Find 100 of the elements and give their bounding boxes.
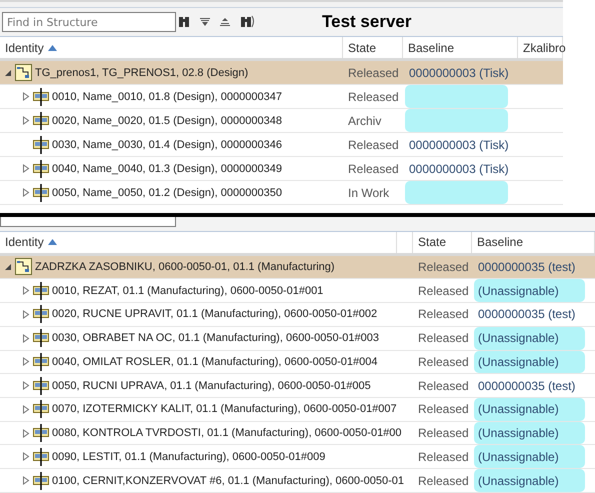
identity-text: 0090, LESTIT, 01.1 (Manufacturing), 0600-0050-01#009 bbox=[52, 450, 326, 463]
tree-row[interactable]: 0010, Name_0010, 01.8 (Design), 0000000347 Released bbox=[0, 85, 563, 109]
state-text: Released bbox=[417, 354, 470, 369]
assembly-icon bbox=[15, 64, 32, 81]
tree-row[interactable]: 0020, RUCNE UPRAVIT, 01.1 (Manufacturing), 0600-0050-01#002 Released 0000000035 (test) bbox=[0, 303, 595, 327]
tree-row[interactable]: 0020, Name_0020, 01.5 (Design), 0000000348 Archiv bbox=[0, 109, 563, 133]
identity-text: 0010, REZAT, 01.1 (Manufacturing), 0600-0050-01#001 bbox=[52, 284, 324, 297]
collapse-arrow-icon[interactable] bbox=[4, 262, 12, 271]
state-text: Released bbox=[417, 378, 470, 393]
part-icon bbox=[33, 400, 49, 418]
expand-arrow-icon[interactable] bbox=[22, 452, 30, 462]
sort-ascending-icon[interactable] bbox=[48, 44, 57, 50]
state-text: Released bbox=[347, 66, 400, 80]
tree-row[interactable]: 0030, Name_0030, 01.4 (Design), 0000000346 Released 0000000003 (Tisk) bbox=[0, 133, 563, 157]
state-text: Released bbox=[417, 402, 470, 416]
baseline-link[interactable]: (Unassignable) bbox=[478, 284, 559, 298]
part-icon bbox=[33, 136, 49, 154]
expand-arrow-icon[interactable] bbox=[22, 428, 30, 438]
baseline-link[interactable]: 0000000003 (Tisk) bbox=[409, 138, 509, 152]
column-header[interactable]: Zkalibro bbox=[518, 37, 563, 58]
search-field[interactable] bbox=[0, 217, 176, 227]
search-field[interactable]: Find in Structure bbox=[2, 12, 176, 32]
part-icon bbox=[33, 160, 49, 178]
part-icon bbox=[33, 282, 49, 300]
expand-arrow-icon[interactable] bbox=[22, 357, 30, 366]
identity-text: 0050, RUCNI UPRAVA, 01.1 (Manufacturing), 0600-0050-01#005 bbox=[52, 380, 371, 392]
tree-row[interactable]: 0030, OBRABET NA OC, 01.1 (Manufacturing), 0600-0050-01#003 Released (Unassignable) bbox=[0, 326, 595, 351]
expand-arrow-icon[interactable] bbox=[22, 334, 30, 343]
tree-row[interactable]: 0090, LESTIT, 01.1 (Manufacturing), 0600-0050-01#009 Released (Unassignable) bbox=[0, 445, 595, 470]
baseline-link[interactable]: 0000000035 (test) bbox=[478, 260, 576, 274]
part-icon bbox=[33, 472, 49, 490]
baseline-link[interactable]: (Unassignable) bbox=[478, 402, 559, 416]
baseline-link[interactable]: 0000000003 (Tisk) bbox=[409, 162, 509, 176]
tree-row[interactable]: 0040, OMILAT ROSLER, 01.1 (Manufacturing), 0600-0050-01#004 Released (Unassignable) bbox=[0, 350, 595, 374]
state-text: Released bbox=[417, 450, 470, 464]
sort-up-icon[interactable] bbox=[220, 17, 230, 27]
column-header[interactable]: Identity bbox=[0, 37, 343, 58]
sort-ascending-icon[interactable] bbox=[48, 239, 57, 246]
column-header[interactable]: Baseline bbox=[403, 37, 518, 58]
identity-text: 0010, Name_0010, 01.8 (Design), 0000000347 bbox=[52, 90, 282, 102]
column-header[interactable]: State bbox=[413, 232, 472, 253]
state-text: In Work bbox=[347, 186, 390, 200]
expand-arrow-icon[interactable] bbox=[22, 404, 30, 414]
identity-text: 0040, OMILAT ROSLER, 01.1 (Manufacturing), 0600-0050-01#004 bbox=[52, 356, 378, 368]
baseline-link[interactable]: (Unassignable) bbox=[478, 426, 559, 440]
identity-text: 0020, Name_0020, 01.5 (Design), 0000000348 bbox=[52, 114, 282, 126]
identity-text: TG_prenos1, TG_PRENOS1, 02.8 (Design) bbox=[35, 66, 248, 78]
state-text: Released bbox=[417, 426, 470, 440]
expand-arrow-icon[interactable] bbox=[22, 116, 30, 125]
part-icon bbox=[33, 329, 49, 348]
tree-row[interactable]: 0080, KONTROLA TVRDOSTI, 01.1 (Manufacturing), 0600-0050-01#00 Released (Unassignable) bbox=[0, 422, 595, 446]
baseline-link[interactable]: (Unassignable) bbox=[478, 474, 559, 488]
baseline-link[interactable]: 0000000035 (test) bbox=[478, 307, 576, 322]
tree-row[interactable]: TG_prenos1, TG_PRENOS1, 02.8 (Design) Released 0000000003 (Tisk) bbox=[0, 61, 563, 85]
baseline-link[interactable]: 0000000035 (test) bbox=[478, 378, 576, 393]
state-text: Released bbox=[417, 260, 470, 274]
identity-text: 0040, Name_0040, 01.3 (Design), 0000000349 bbox=[52, 162, 282, 174]
identity-text: 0030, OBRABET NA OC, 01.1 (Manufacturing), 0600-0050-01#003 bbox=[52, 332, 379, 344]
baseline-link[interactable]: (Unassignable) bbox=[478, 331, 559, 346]
state-text: Released bbox=[417, 307, 470, 322]
expand-arrow-icon[interactable] bbox=[22, 476, 30, 486]
state-text: Released bbox=[417, 474, 470, 488]
part-icon bbox=[33, 305, 49, 324]
server-label: Test server bbox=[322, 12, 412, 32]
state-text: Released bbox=[347, 90, 400, 104]
part-icon bbox=[33, 376, 49, 395]
expand-arrow-icon[interactable] bbox=[22, 381, 30, 390]
part-icon bbox=[33, 112, 49, 130]
baseline-link[interactable]: (Unassignable) bbox=[478, 450, 559, 464]
part-icon bbox=[33, 424, 49, 442]
part-icon bbox=[33, 352, 49, 371]
identity-text: 0100, CERNIT,KONZERVOVAT #6, 01.1 (Manufacturing), 0600-0050-01 bbox=[52, 474, 404, 487]
identity-text: 0020, RUCNE UPRAVIT, 01.1 (Manufacturing), 0600-0050-01#002 bbox=[52, 308, 378, 320]
state-text: Released bbox=[347, 162, 400, 176]
identity-text: 0030, Name_0030, 01.4 (Design), 0000000346 bbox=[52, 138, 282, 150]
column-header[interactable]: Identity bbox=[0, 232, 397, 253]
expand-arrow-icon[interactable] bbox=[22, 310, 30, 319]
assembly-icon bbox=[15, 258, 32, 276]
baseline-link[interactable]: 0000000003 (Tisk) bbox=[409, 66, 509, 80]
expand-arrow-icon[interactable] bbox=[22, 92, 30, 101]
state-text: Released bbox=[417, 331, 470, 346]
expand-arrow-icon[interactable] bbox=[22, 286, 30, 296]
tree-row[interactable]: ZADRZKA ZASOBNIKU, 0600-0050-01, 01.1 (Manufacturing) Released 0000000035 (test) bbox=[0, 256, 595, 280]
tree-row[interactable]: 0070, IZOTERMICKY KALIT, 01.1 (Manufacturing), 0600-0050-01#007 Released (Unassignable) bbox=[0, 398, 595, 422]
expand-arrow-icon[interactable] bbox=[22, 164, 30, 173]
column-header[interactable]: State bbox=[343, 37, 403, 58]
baseline-link[interactable]: (Unassignable) bbox=[478, 354, 559, 369]
collapse-arrow-icon[interactable] bbox=[4, 68, 12, 76]
column-header[interactable]: Baseline bbox=[472, 232, 595, 253]
state-text: Archiv bbox=[347, 114, 382, 128]
part-icon bbox=[33, 448, 49, 466]
part-icon bbox=[33, 184, 49, 202]
tree-row[interactable]: 0100, CERNIT,KONZERVOVAT #6, 01.1 (Manufacturing), 0600-0050-01 Released (Unassignable) bbox=[0, 469, 595, 493]
tree-row[interactable]: 0010, REZAT, 01.1 (Manufacturing), 0600-0050-01#001 Released (Unassignable) bbox=[0, 279, 595, 304]
expand-arrow-icon[interactable] bbox=[22, 188, 30, 197]
identity-text: 0070, IZOTERMICKY KALIT, 01.1 (Manufacturing), 0600-0050-01#007 bbox=[52, 403, 397, 416]
identity-text: 0080, KONTROLA TVRDOSTI, 01.1 (Manufacturing), 0600-0050-01#00 bbox=[52, 427, 402, 440]
tree-row[interactable]: 0050, Name_0050, 01.2 (Design), 0000000350 In Work bbox=[0, 181, 563, 205]
filter-icon[interactable] bbox=[200, 17, 210, 27]
part-icon bbox=[33, 88, 49, 106]
